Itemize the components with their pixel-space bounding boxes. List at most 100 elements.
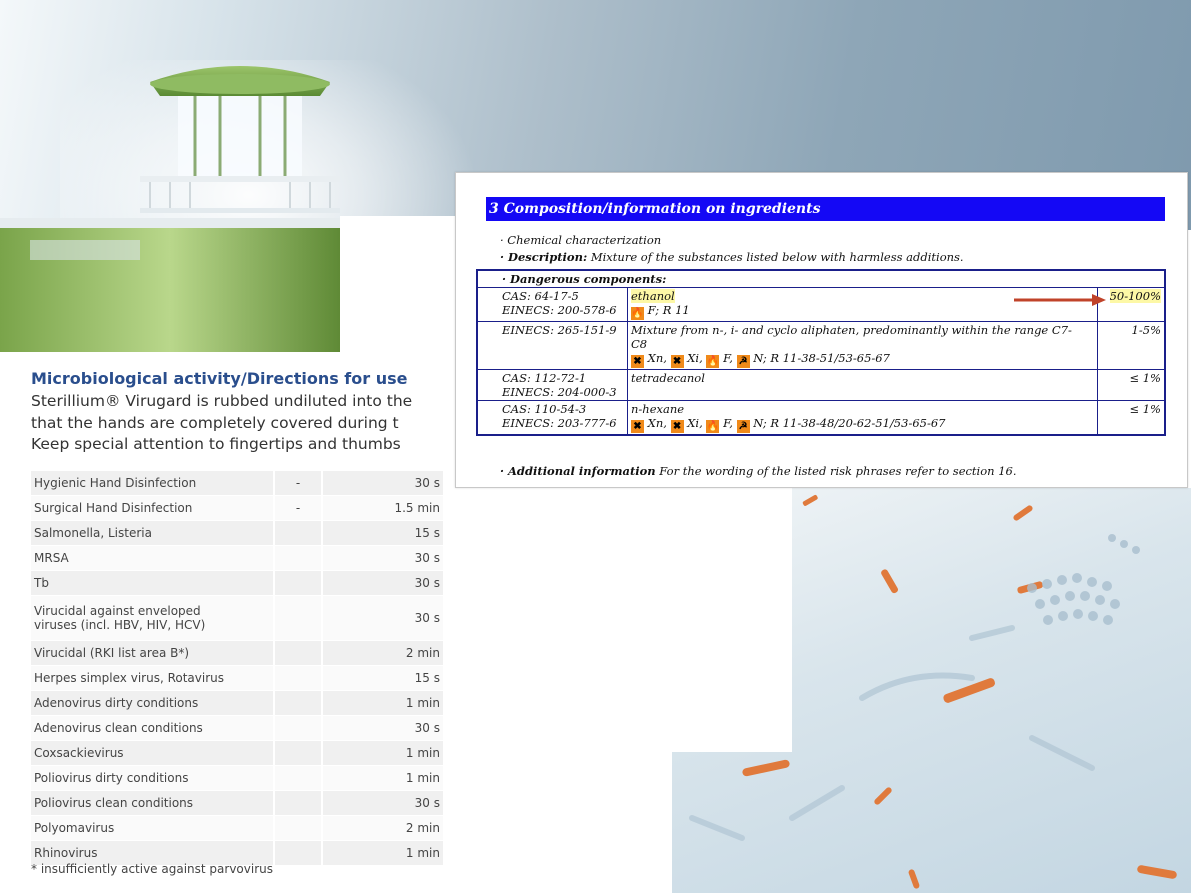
table-row: MRSA 30 s — [31, 545, 443, 571]
exposure-time: 30 s — [322, 545, 443, 571]
activity-mark — [274, 545, 323, 571]
activity-mark — [274, 740, 323, 766]
activity-name: Polyomavirus — [31, 815, 275, 841]
cas-number: CAS: 110-54-3 — [502, 402, 587, 416]
einecs-number: EINECS: 204-000-3 — [502, 385, 617, 399]
exposure-time: 1 min — [322, 740, 443, 766]
component-name: tetradecanol — [631, 371, 705, 385]
activity-name: Tb — [31, 570, 275, 596]
activity-description: Sterillium® Virugard is rubbed undiluted… — [31, 391, 458, 456]
activity-mark — [274, 840, 323, 866]
risk-phrase: R 11-38-51/53-65-67 — [770, 351, 890, 365]
footnote: * insufficiently active against parvovir… — [31, 862, 273, 876]
hazard-label: F, — [723, 416, 733, 430]
einecs-number: EINECS: 203-777-6 — [502, 416, 617, 430]
exposure-time: 15 s — [322, 520, 443, 546]
exposure-time: 30 s — [322, 715, 443, 741]
activity-mark — [274, 665, 323, 691]
irritant-icon: ✖ — [670, 420, 684, 433]
activity-name: Poliovirus dirty conditions — [31, 765, 275, 791]
component-row: EINECS: 265-151-9 Mixture from n-, i- an… — [476, 321, 1166, 370]
hazard-label: F, — [723, 351, 733, 365]
composition-sheet: 3 Composition/information on ingredients… — [455, 172, 1188, 488]
exposure-time: 30 s — [322, 790, 443, 816]
flammable-icon: 🔥 — [631, 307, 644, 320]
exposure-time: 2 min — [322, 640, 443, 666]
component-name-cont: C8 — [631, 337, 648, 351]
activity-name: Surgical Hand Disinfection — [31, 495, 275, 521]
table-row: Salmonella, Listeria 15 s — [31, 520, 443, 546]
activity-name: Salmonella, Listeria — [31, 520, 275, 546]
activity-name: Virucidal (RKI list area B*) — [31, 640, 275, 666]
einecs-number: EINECS: 200-578-6 — [502, 303, 617, 317]
table-row: Adenovirus clean conditions 30 s — [31, 715, 443, 741]
activity-name: Hygienic Hand Disinfection — [31, 471, 275, 496]
exposure-time: 30 s — [322, 471, 443, 496]
cas-number: CAS: 112-72-1 — [502, 371, 587, 385]
table-row: Poliovirus dirty conditions 1 min — [31, 765, 443, 791]
description-line: Keep special attention to fingertips and… — [31, 435, 401, 453]
chemical-characterization: · Chemical characterization — [500, 233, 662, 247]
table-row: Surgical Hand Disinfection -1.5 min — [31, 495, 443, 521]
concentration: ≤ 1% — [1129, 371, 1161, 385]
table-row: Coxsackievirus 1 min — [31, 740, 443, 766]
exposure-time: 1.5 min — [322, 495, 443, 521]
description-line: Sterillium® Virugard is rubbed undiluted… — [31, 392, 413, 410]
cas-number: CAS: 64-17-5 — [502, 289, 579, 303]
section-header: 3 Composition/information on ingredients — [486, 197, 1165, 221]
exposure-time: 2 min — [322, 815, 443, 841]
arrow-icon — [1014, 294, 1106, 306]
concentration: ≤ 1% — [1129, 402, 1161, 416]
activity-name: Virucidal against enveloped viruses (incl… — [31, 595, 275, 641]
exposure-time: 1 min — [322, 765, 443, 791]
table-row: Virucidal against enveloped viruses (incl… — [31, 595, 443, 641]
activity-mark — [274, 690, 323, 716]
activity-name: Herpes simplex virus, Rotavirus — [31, 665, 275, 691]
component-name: ethanol — [631, 289, 675, 303]
concentration: 50-100% — [1109, 289, 1161, 303]
hazard-label: N; — [753, 351, 767, 365]
exposure-time: 15 s — [322, 665, 443, 691]
activity-mark — [274, 765, 323, 791]
description-text: Mixture of the substances listed below w… — [587, 250, 964, 264]
table-row: Poliovirus clean conditions 30 s — [31, 790, 443, 816]
hazard-label: Xn, — [647, 351, 667, 365]
component-row: CAS: 112-72-1 EINECS: 204-000-3 tetradec… — [476, 369, 1166, 401]
hazard-label: Xn, — [647, 416, 667, 430]
activity-mark: - — [274, 471, 323, 496]
concentration: 1-5% — [1131, 323, 1161, 337]
activity-mark — [274, 715, 323, 741]
activity-mark — [274, 595, 323, 641]
hazard-label: Xi, — [687, 416, 703, 430]
activity-mark — [274, 815, 323, 841]
component-name: Mixture from n-, i- and cyclo aliphaten,… — [631, 323, 1072, 337]
table-row: Virucidal (RKI list area B*) 2 min — [31, 640, 443, 666]
white-area — [340, 216, 458, 356]
additional-label: · Additional information — [500, 464, 656, 478]
table-row: Polyomavirus 2 min — [31, 815, 443, 841]
activity-title: Microbiological activity/Directions for … — [31, 369, 408, 388]
exposure-time: 1 min — [322, 690, 443, 716]
activity-mark — [274, 790, 323, 816]
activity-mark: - — [274, 495, 323, 521]
exposure-time: 30 s — [322, 570, 443, 596]
activity-name: Coxsackievirus — [31, 740, 275, 766]
exposure-time: 1 min — [322, 840, 443, 866]
additional-information: · Additional information For the wording… — [500, 464, 1017, 478]
exposure-time: 30 s — [322, 595, 443, 641]
irritant-icon: ✖ — [670, 355, 684, 368]
einecs-number: EINECS: 265-151-9 — [502, 323, 617, 337]
dangerous-components-label: · Dangerous components: — [476, 269, 1166, 288]
description-label: · Description: — [500, 250, 588, 264]
hazard-label: Xi, — [687, 351, 703, 365]
activity-mark — [274, 570, 323, 596]
description-line: · Description: Mixture of the substances… — [500, 250, 964, 264]
hazard-label: N; — [753, 416, 767, 430]
harmful-icon: ✖ — [631, 355, 644, 368]
activity-name: MRSA — [31, 545, 275, 571]
additional-text: For the wording of the listed risk phras… — [655, 464, 1017, 478]
risk-phrase: R 11-38-48/20-62-51/53-65-67 — [770, 416, 946, 430]
activity-name: Adenovirus dirty conditions — [31, 690, 275, 716]
table-row: Herpes simplex virus, Rotavirus 15 s — [31, 665, 443, 691]
activity-mark — [274, 640, 323, 666]
